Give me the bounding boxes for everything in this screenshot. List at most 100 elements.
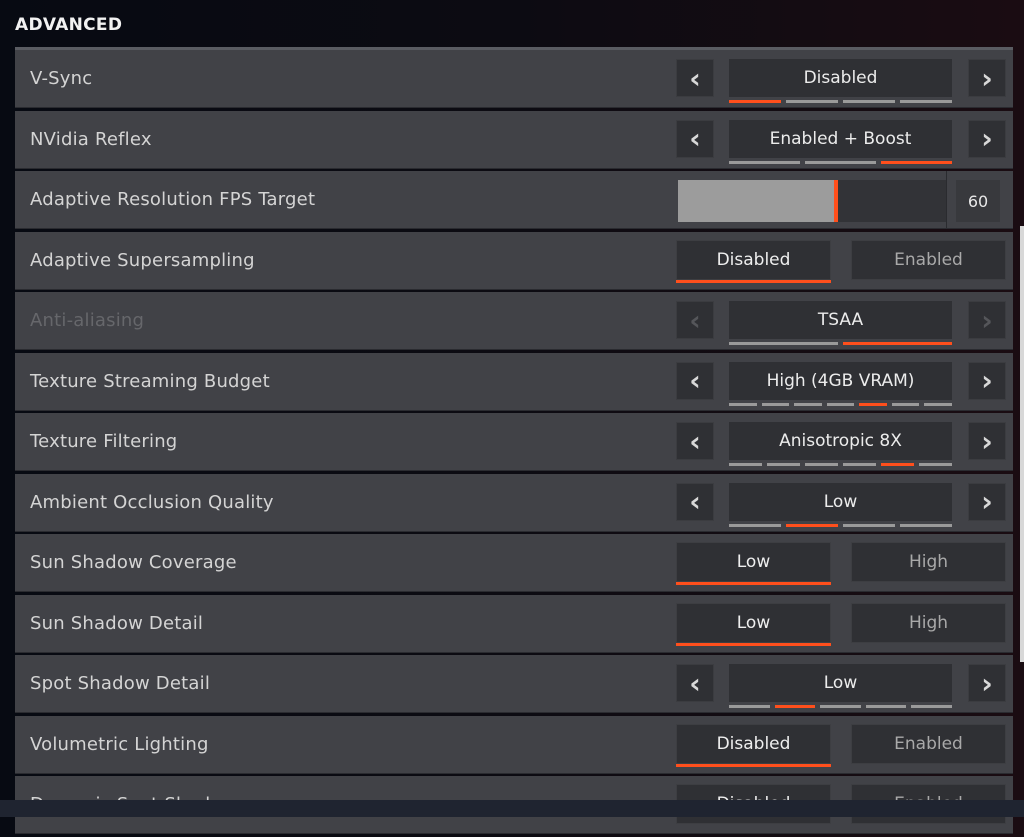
setting-row-ambient-occlusion-quality: Ambient Occlusion Quality ‹ Low ›: [15, 473, 1013, 532]
indicator-segment-active: [786, 523, 838, 527]
option-label: Low: [736, 552, 771, 572]
adaptive-resolution-fps-target-slider: 60: [678, 171, 1008, 228]
indicator-segment: [794, 402, 822, 406]
setting-label: Texture Filtering: [30, 431, 178, 452]
setting-row-v-sync: V-Sync ‹ Disabled ›: [15, 50, 1013, 108]
volumetric-lighting-toggle: Disabled Enabled: [676, 723, 1006, 767]
sun-shadow-detail-toggle: Low High: [676, 602, 1006, 646]
nvidia-reflex-stepper: ‹ Enabled + Boost ›: [676, 117, 1006, 164]
setting-row-texture-streaming-budget: Texture Streaming Budget ‹ High (4GB VRAM)…: [15, 352, 1013, 411]
setting-label: Sun Shadow Coverage: [30, 552, 237, 573]
sun-shadow-coverage-toggle: Low High: [676, 542, 1006, 585]
volumetric-lighting-option-enabled[interactable]: Enabled: [851, 723, 1006, 764]
section-title: ADVANCED: [15, 15, 123, 35]
indicator-segment: [919, 463, 952, 466]
texture-streaming-budget-stepper: ‹ High (4GB VRAM) ›: [676, 359, 1006, 406]
chevron-left-icon[interactable]: ‹: [676, 664, 714, 702]
indicator-segment: [805, 463, 838, 466]
chevron-right-icon[interactable]: ›: [968, 482, 1006, 521]
ambient-occlusion-quality-stepper: ‹ Low ›: [676, 480, 1006, 527]
chevron-right-icon[interactable]: ›: [968, 422, 1006, 460]
option-indicator: [729, 523, 952, 527]
chevron-right-icon[interactable]: ›: [968, 361, 1006, 400]
option-indicator: [729, 160, 952, 164]
sun-shadow-coverage-option-low[interactable]: Low: [676, 542, 831, 585]
indicator-segment: [729, 523, 781, 527]
chevron-right-icon[interactable]: ›: [968, 59, 1006, 97]
setting-row-anti-aliasing: Anti-aliasing ‹ TSAA ›: [15, 292, 1013, 350]
setting-label: Texture Streaming Budget: [30, 370, 270, 392]
bottom-background: [0, 800, 1024, 817]
chevron-left-icon: ‹: [676, 301, 714, 339]
setting-row-sun-shadow-detail: Sun Shadow Detail Low High: [15, 594, 1013, 653]
texture-streaming-budget-value: High (4GB VRAM): [729, 361, 952, 400]
option-label: Low: [736, 612, 771, 633]
indicator-segment: [729, 160, 800, 164]
scrollbar[interactable]: [1020, 226, 1024, 662]
indicator-segment: [805, 160, 876, 164]
indicator-segment: [843, 523, 895, 527]
chevron-left-icon[interactable]: ‹: [676, 422, 714, 460]
texture-filtering-value: Anisotropic 8X: [729, 422, 952, 460]
setting-label: Adaptive Supersampling: [30, 249, 255, 271]
option-label: High: [908, 552, 949, 572]
nvidia-reflex-value: Enabled + Boost: [729, 119, 952, 158]
adaptive-supersampling-option-enabled[interactable]: Enabled: [851, 239, 1006, 280]
chevron-right-icon: ›: [968, 301, 1006, 339]
selected-underline: [676, 763, 831, 767]
chevron-right-icon[interactable]: ›: [968, 119, 1006, 158]
option-indicator: [729, 463, 952, 466]
selected-underline: [676, 279, 831, 283]
chevron-right-icon[interactable]: ›: [968, 664, 1006, 702]
selected-underline: [676, 582, 831, 585]
indicator-segment-active: [881, 160, 952, 164]
option-label: Enabled: [894, 249, 963, 270]
setting-row-nvidia-reflex: NVidia Reflex ‹ Enabled + Boost ›: [15, 110, 1013, 169]
indicator-segment: [786, 100, 838, 103]
chevron-left-icon[interactable]: ‹: [676, 59, 714, 97]
adaptive-resolution-fps-target-value[interactable]: 60: [956, 180, 1000, 222]
setting-label: NVidia Reflex: [30, 128, 152, 150]
texture-filtering-stepper: ‹ Anisotropic 8X ›: [676, 419, 1006, 466]
chevron-left-icon[interactable]: ‹: [676, 361, 714, 400]
indicator-segment-active: [729, 100, 781, 103]
sun-shadow-detail-option-low[interactable]: Low: [676, 602, 831, 646]
setting-row-volumetric-lighting: Volumetric Lighting Disabled Enabled: [15, 715, 1013, 774]
option-label: Disabled: [716, 249, 791, 270]
slider-track[interactable]: [678, 180, 946, 222]
v-sync-value: Disabled: [729, 59, 952, 97]
sun-shadow-detail-option-high[interactable]: High: [851, 602, 1006, 643]
chevron-left-icon[interactable]: ‹: [676, 482, 714, 521]
adaptive-supersampling-toggle: Disabled Enabled: [676, 239, 1006, 283]
indicator-segment: [767, 463, 800, 466]
indicator-segment: [865, 705, 907, 708]
sun-shadow-coverage-option-high[interactable]: High: [851, 542, 1006, 582]
chevron-left-icon[interactable]: ‹: [676, 119, 714, 158]
indicator-segment-active: [881, 463, 914, 466]
setting-label: V-Sync: [30, 68, 93, 89]
indicator-segment-active: [859, 402, 887, 406]
selected-underline: [676, 642, 831, 646]
setting-row-texture-filtering: Texture Filtering ‹ Anisotropic 8X ›: [15, 413, 1013, 471]
indicator-segment: [826, 402, 855, 406]
indicator-segment: [900, 100, 952, 103]
setting-label: Anti-aliasing: [30, 310, 145, 331]
anti-aliasing-value: TSAA: [729, 301, 952, 339]
indicator-segment: [729, 342, 838, 345]
indicator-segment: [761, 402, 790, 406]
anti-aliasing-stepper: ‹ TSAA ›: [676, 298, 1006, 345]
option-indicator: [729, 342, 952, 345]
slider-thumb[interactable]: [834, 180, 839, 222]
option-label: Disabled: [716, 733, 791, 754]
option-label: Enabled: [894, 733, 963, 754]
indicator-segment: [911, 705, 952, 708]
setting-row-sun-shadow-coverage: Sun Shadow Coverage Low High: [15, 534, 1013, 592]
indicator-segment: [900, 523, 952, 527]
slider-fill: [678, 180, 837, 222]
setting-label: Sun Shadow Detail: [30, 612, 204, 634]
setting-label: Volumetric Lighting: [30, 733, 209, 755]
adaptive-supersampling-option-disabled[interactable]: Disabled: [676, 239, 831, 283]
setting-row-adaptive-supersampling: Adaptive Supersampling Disabled Enabled: [15, 231, 1013, 290]
option-indicator: [729, 705, 952, 708]
volumetric-lighting-option-disabled[interactable]: Disabled: [676, 723, 831, 767]
